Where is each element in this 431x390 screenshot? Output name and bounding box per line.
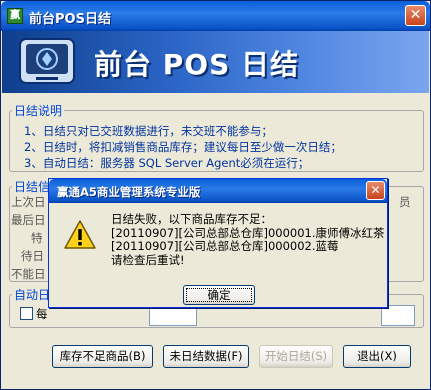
ok-button[interactable]: 确定 bbox=[183, 285, 255, 305]
banner: 前台 POS 日结 bbox=[2, 31, 429, 93]
info-right-fragment: 员 bbox=[399, 195, 411, 209]
auto-legend: 自动日 bbox=[14, 288, 51, 302]
window-title: 前台POS日结 bbox=[29, 12, 111, 27]
info-label-pending: 待日 bbox=[21, 249, 44, 263]
dialog-message: 日结失败，以下商品库存不足： [20110907][公司总部总仓库]000001… bbox=[111, 212, 385, 267]
message-line-4: 请检查后重试! bbox=[111, 252, 185, 267]
info-legend: 日结信 bbox=[14, 180, 51, 194]
auto-time-input[interactable] bbox=[149, 305, 197, 326]
info-label-special: 特 bbox=[31, 231, 43, 245]
unsettled-data-button[interactable]: 未日结数据(F) bbox=[163, 345, 249, 368]
error-dialog: 赢通A5商业管理系统专业版 ✕ 日结失败，以下商品库存不足： [20110907… bbox=[48, 178, 388, 308]
title-bar: 赢 前台POS日结 ✕ bbox=[1, 1, 430, 31]
auto-checkbox-label: 每 bbox=[36, 307, 48, 321]
dialog-title-bar: 赢通A5商业管理系统专业版 ✕ bbox=[49, 179, 387, 203]
instruction-line-1: 1、日结只对已交班数据进行，未交班不能参与； bbox=[24, 124, 273, 138]
banner-title: 前台 POS 日结 bbox=[94, 48, 299, 81]
instruction-line-2: 2、日结时，将扣减销售商品库存；建议每日至少做一次日结； bbox=[24, 140, 342, 154]
instructions-legend: 日结说明 bbox=[14, 104, 63, 118]
dialog-title: 赢通A5商业管理系统专业版 bbox=[57, 185, 201, 199]
auto-right-input[interactable] bbox=[381, 305, 415, 326]
pos-terminal-icon bbox=[19, 38, 75, 84]
warning-icon bbox=[64, 220, 96, 249]
info-label-latest: 最后日 bbox=[11, 213, 46, 227]
instruction-line-3: 3、自动日结：服务器 SQL Server Agent必须在运行； bbox=[24, 156, 310, 170]
close-button[interactable]: ✕ bbox=[405, 5, 426, 26]
message-line-2: [20110907][公司总部总仓库]000001.康师傅冰红茶 bbox=[111, 225, 385, 240]
info-label-last: 上次日 bbox=[11, 195, 46, 209]
instructions-group: 日结说明 1、日结只对已交班数据进行，未交班不能参与； 2、日结时，将扣减销售商… bbox=[9, 102, 424, 172]
app-icon: 赢 bbox=[7, 8, 23, 24]
dialog-close-button[interactable]: ✕ bbox=[366, 181, 385, 200]
exit-button[interactable]: 退出(X) bbox=[343, 345, 411, 368]
auto-checkbox[interactable] bbox=[20, 307, 33, 320]
info-label-cannot: 不能日 bbox=[11, 267, 46, 281]
stock-short-button[interactable]: 库存不足商品(B) bbox=[52, 345, 153, 368]
message-line-3: [20110907][公司总部总仓库]000002.蓝莓 bbox=[111, 239, 339, 253]
message-line-1: 日结失败，以下商品库存不足： bbox=[111, 212, 272, 226]
start-settlement-button[interactable]: 开始日结(S) bbox=[259, 345, 333, 368]
